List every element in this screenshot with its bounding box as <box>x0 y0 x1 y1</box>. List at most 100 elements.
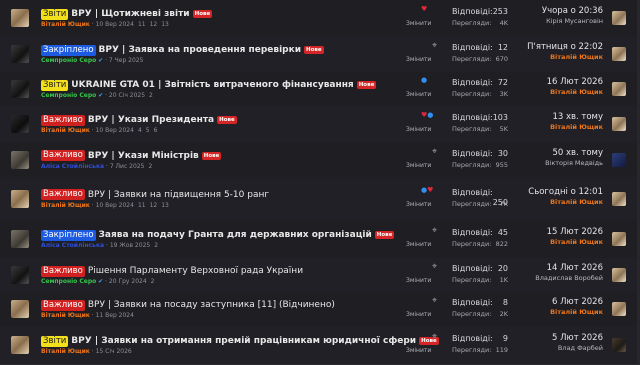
thread-prefix[interactable]: Звіти <box>41 79 69 91</box>
page-link[interactable]: 13 <box>161 21 169 28</box>
page-link[interactable]: 2 <box>154 242 158 249</box>
last-post-date[interactable]: П'ятниця о 22:02 <box>493 42 603 53</box>
author-link[interactable]: Віталій Ющик <box>41 348 90 355</box>
page-link[interactable]: 2 <box>151 278 155 285</box>
thread-row[interactable]: Звіти ВРУ | Заявки на отримання премій пр… <box>0 326 640 365</box>
last-poster-avatar[interactable] <box>612 82 626 96</box>
author-avatar[interactable] <box>11 266 29 284</box>
page-link[interactable]: 2 <box>149 92 153 99</box>
thread-row[interactable]: Закріплено Заява на подачу Гранта для дер… <box>0 220 640 259</box>
thread-row[interactable]: Звіти UKRAINE GTA 01 | Звітність витрачен… <box>0 72 640 107</box>
thread-prefix[interactable]: Важливо <box>41 299 85 311</box>
author-avatar[interactable] <box>11 9 29 27</box>
last-post-user[interactable]: Віталій Ющик <box>493 238 603 247</box>
thread-title[interactable]: ВРУ | Щотижневі звіти <box>71 9 189 19</box>
page-link[interactable]: 5 <box>146 127 150 134</box>
thread-prefix[interactable]: Важливо <box>41 265 85 277</box>
page-link[interactable]: 11 <box>138 21 146 28</box>
last-post-user[interactable]: Віталій Ющик <box>493 198 603 207</box>
last-poster-avatar[interactable] <box>612 338 626 352</box>
last-post-date[interactable]: 13 хв. тому <box>493 112 603 123</box>
last-post-date[interactable]: 5 Лют 2026 <box>493 333 603 344</box>
page-link[interactable]: 4 <box>138 127 142 134</box>
thread-prefix[interactable]: Звіти <box>41 8 69 20</box>
page-link[interactable]: 12 <box>150 202 158 209</box>
edit-link[interactable]: Змінити <box>406 347 431 354</box>
thread-title[interactable]: ВРУ | Укази Президента <box>88 115 214 125</box>
thread-title[interactable]: ВРУ | Заявка на проведення перевірки <box>99 45 302 55</box>
thread-title[interactable]: Рішення Парламенту Верховної рада Україн… <box>88 266 303 276</box>
page-link[interactable]: 6 <box>154 127 158 134</box>
author-avatar[interactable] <box>11 189 29 208</box>
last-post-date[interactable]: 15 Лют 2026 <box>493 227 603 238</box>
thread-row[interactable]: Звіти ВРУ | Щотижневі звіти Нове Віталій Ющ… <box>0 0 640 37</box>
page-link[interactable]: 11 <box>138 202 146 209</box>
thread-title[interactable]: ВРУ | Заявки на посаду заступника [11] (… <box>88 300 335 310</box>
thread-title[interactable]: ВРУ | Заявки на підвищення 5-10 ранг <box>88 190 269 200</box>
page-link[interactable]: 12 <box>150 21 158 28</box>
edit-link[interactable]: Змінити <box>406 311 431 318</box>
edit-link[interactable]: Змінити <box>406 201 431 208</box>
last-post-date[interactable]: 16 Лют 2026 <box>493 77 603 88</box>
thread-prefix[interactable]: Важливо <box>41 150 85 161</box>
edit-link[interactable]: Змінити <box>406 91 431 98</box>
last-poster-avatar[interactable] <box>612 302 626 316</box>
author-link[interactable]: Віталій Ющик <box>41 21 90 28</box>
thread-row[interactable]: Важливо ВРУ | Заявки на підвищення 5-10 р… <box>0 177 640 221</box>
thread-title[interactable]: ВРУ | Заявки на отримання премій працівн… <box>71 336 416 346</box>
author-avatar[interactable] <box>11 336 29 354</box>
last-post-user[interactable]: Кірія Мусанговін <box>493 17 603 26</box>
edit-link[interactable]: Змінити <box>406 241 431 248</box>
edit-link[interactable]: Змінити <box>406 162 431 169</box>
thread-prefix[interactable]: Закріплено <box>41 44 96 56</box>
last-poster-avatar[interactable] <box>612 11 626 25</box>
edit-link[interactable]: Змінити <box>406 126 431 133</box>
last-post-user[interactable]: Вікторія Медвідь <box>493 159 603 168</box>
last-post-user[interactable]: Віталій Ющик <box>493 53 603 62</box>
author-link[interactable]: Семпроніо Серо <box>41 92 96 99</box>
thread-prefix[interactable]: Звіти <box>41 335 69 347</box>
thread-row[interactable]: Закріплено ВРУ | Заявка на проведення пер… <box>0 36 640 73</box>
last-poster-avatar[interactable] <box>612 152 626 167</box>
page-link[interactable]: 13 <box>161 202 169 209</box>
last-poster-avatar[interactable] <box>612 47 626 61</box>
last-post-user[interactable]: Віталій Ющик <box>493 123 603 132</box>
last-post-user[interactable]: Владислав Воробей <box>493 274 603 283</box>
last-post-user[interactable]: Віталій Ющик <box>493 88 603 97</box>
thread-title[interactable]: Заява на подачу Гранта для державних орг… <box>99 230 372 240</box>
last-post-date[interactable]: Сьогодні о 12:01 <box>493 187 603 198</box>
last-post-date[interactable]: 6 Лют 2026 <box>493 297 603 308</box>
thread-row[interactable]: Важливо ВРУ | Укази Міністрів Нове Аліса Ст… <box>0 142 640 178</box>
last-poster-avatar[interactable] <box>612 117 626 131</box>
last-post-user[interactable]: Віталій Ющик <box>493 308 603 317</box>
thread-row[interactable]: Важливо ВРУ | Заявки на посаду заступника… <box>0 292 640 327</box>
edit-link[interactable]: Змінити <box>406 20 431 27</box>
author-avatar[interactable] <box>11 300 29 318</box>
author-link[interactable]: Аліса Стойлінська <box>41 163 104 170</box>
last-poster-avatar[interactable] <box>612 232 626 246</box>
author-link[interactable]: Семпроніо Серо <box>41 278 96 285</box>
thread-prefix[interactable]: Закріплено <box>41 229 96 241</box>
thread-title[interactable]: UKRAINE GTA 01 | Звітність витраченого ф… <box>71 80 353 90</box>
author-avatar[interactable] <box>11 80 29 98</box>
thread-title[interactable]: ВРУ | Укази Міністрів <box>88 151 199 161</box>
last-post-user[interactable]: Влад Фарбей <box>493 344 603 353</box>
last-post-date[interactable]: Учора о 20:36 <box>493 6 603 17</box>
last-poster-avatar[interactable] <box>612 191 626 206</box>
page-link[interactable]: 2 <box>148 163 152 170</box>
author-avatar[interactable] <box>11 150 29 169</box>
last-poster-avatar[interactable] <box>612 268 626 282</box>
author-avatar[interactable] <box>11 45 29 63</box>
author-link[interactable]: Семпроніо Серо <box>41 57 96 64</box>
thread-row[interactable]: Важливо ВРУ | Укази Президента Нове Віталій… <box>0 106 640 143</box>
edit-link[interactable]: Змінити <box>406 277 431 284</box>
edit-link[interactable]: Змінити <box>406 56 431 63</box>
last-post-date[interactable]: 50 хв. тому <box>493 148 603 159</box>
author-avatar[interactable] <box>11 115 29 133</box>
thread-prefix[interactable]: Важливо <box>41 114 85 126</box>
author-link[interactable]: Аліса Стойлінська <box>41 242 104 249</box>
last-post-date[interactable]: 14 Лют 2026 <box>493 263 603 274</box>
thread-prefix[interactable]: Важливо <box>41 189 85 200</box>
thread-row[interactable]: Важливо Рішення Парламенту Верховної рада… <box>0 258 640 293</box>
author-link[interactable]: Віталій Ющик <box>41 312 90 319</box>
